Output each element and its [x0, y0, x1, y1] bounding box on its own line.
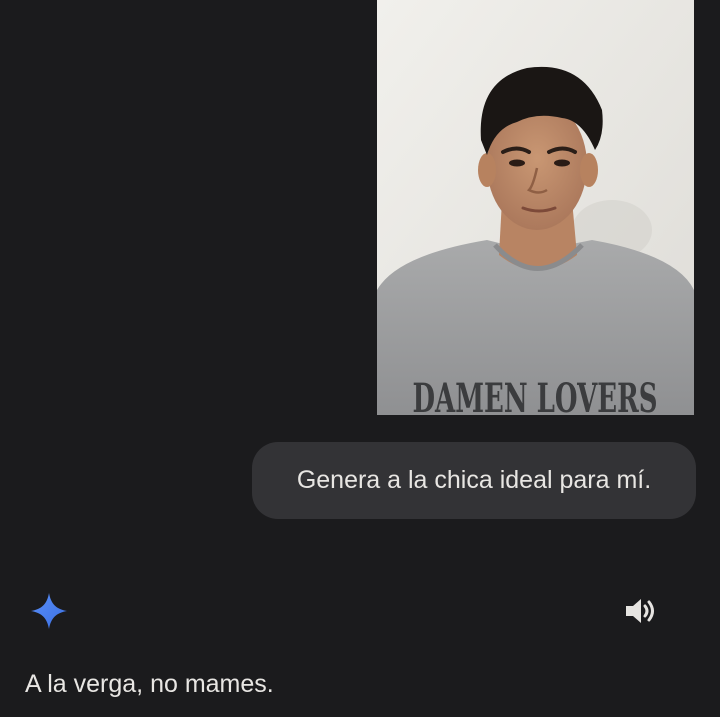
speaker-icon[interactable]	[624, 597, 656, 625]
user-message-text: Genera a la chica ideal para mí.	[296, 466, 652, 494]
shirt-print-text: DAMEN LOVERS	[413, 375, 658, 415]
user-portrait-image: DAMEN LOVERS	[377, 0, 694, 415]
assistant-reply-text: A la verga, no mames.	[25, 670, 274, 698]
user-message-bubble[interactable]: Genera a la chica ideal para mí.	[252, 442, 696, 519]
uploaded-photo[interactable]: DAMEN LOVERS	[377, 0, 694, 415]
gemini-sparkle-icon	[31, 593, 67, 629]
chat-screen: DAMEN LOVERS Genera a la chica ideal par…	[0, 0, 720, 717]
